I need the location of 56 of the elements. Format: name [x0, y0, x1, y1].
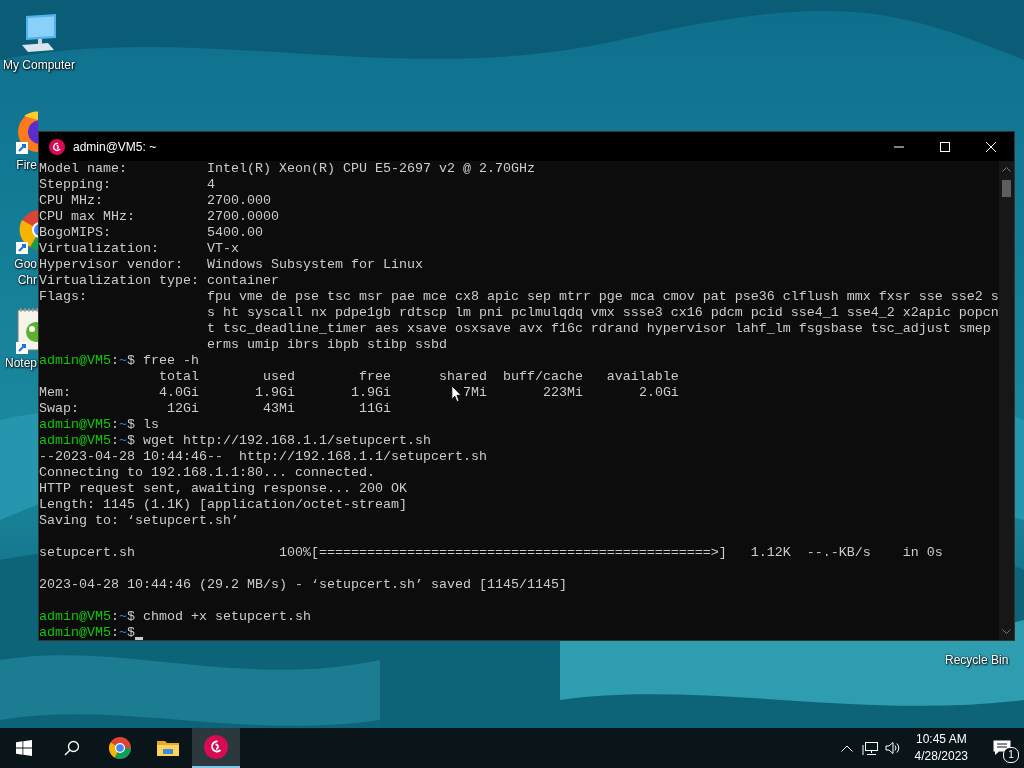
output-line: Virtualization: VT-x — [39, 241, 239, 257]
output-line: 2023-04-28 10:44:46 (29.2 MB/s) - ‘setupcert.sh’ saved [1145/1145] — [39, 577, 567, 593]
output-line: Model name: Intel(R) Xeon(R) CPU E5-2697 v2 @ 2.70GHz — [39, 161, 535, 177]
network-icon[interactable] — [862, 740, 879, 756]
icon-label[interactable]: My Computer — [3, 58, 76, 73]
window-title: admin@VM5: ~ — [73, 139, 157, 154]
prompt-line: admin@VM5:~$ wget http://192.168.1.1/setupcert.sh — [39, 433, 431, 449]
notification-button[interactable]: 1 — [980, 728, 1024, 768]
output-line: Connecting to 192.168.1.1:80... connected. — [39, 465, 375, 481]
output-line: Flags: fpu vme de pse tsc msr pae mce cx8 apic sep mtrr pge mca cmov pat pse36 clflush mmx fxsr sse sse2 s — [39, 289, 999, 305]
icon-label[interactable]: Fire — [16, 158, 37, 173]
output-line: 7Mi 223Mi 2.0Gi — [462, 385, 679, 401]
output-line: BogoMIPS: 5400.00 — [39, 225, 263, 241]
icon-label[interactable]: Notep — [4, 356, 37, 371]
icon-label[interactable]: Goo — [14, 257, 37, 272]
output-line: CPU max MHz: 2700.0000 — [39, 209, 279, 225]
taskbar-button[interactable] — [192, 728, 240, 768]
output-line: Mem: 4.0Gi 1.9Gi 1.9Gi — [39, 385, 391, 401]
mouse-pointer-icon — [451, 385, 462, 403]
scroll-down-icon[interactable] — [1001, 629, 1011, 634]
icon-label[interactable]: Chr — [17, 273, 37, 288]
output-line: --2023-04-28 10:44:46-- http://192.168.1.1/setupcert.sh — [39, 449, 487, 465]
output-line: Swap: 12Gi 43Mi 11Gi — [39, 401, 391, 417]
output-line: setupcert.sh 100%[=================================================>] 1.12K --.-KB/s in 0s — [39, 545, 943, 561]
output-line: HTTP request sent, awaiting response... 200 OK — [39, 481, 407, 497]
prompt-line: admin@VM5:~$ free -h — [39, 353, 199, 369]
output-line: Virtualization type: container — [39, 273, 279, 289]
search-icon[interactable] — [64, 740, 80, 756]
volume-icon[interactable] — [885, 741, 902, 755]
notification-count: 1 — [1003, 747, 1019, 763]
chevron-up-icon[interactable] — [841, 744, 854, 752]
notepad-icon[interactable] — [14, 306, 38, 354]
start-icon[interactable] — [16, 740, 32, 756]
swirl-icon[interactable] — [204, 735, 228, 759]
swirl-icon — [49, 138, 65, 155]
prompt-line: admin@VM5:~$ ls — [39, 417, 159, 433]
output-line: Hypervisor vendor: Windows Subsystem for Linux — [39, 257, 423, 273]
scroll-up-icon[interactable] — [1001, 167, 1011, 172]
icon-label[interactable]: Recycle Bin — [945, 653, 1009, 668]
output-line: Saving to: ‘setupcert.sh’ — [39, 513, 239, 529]
prompt-line: admin@VM5:~$ — [39, 625, 135, 641]
scrollbar[interactable] — [998, 161, 1014, 640]
prompt-line: admin@VM5:~$ chmod +x setupcert.sh — [39, 609, 311, 625]
output-line: Stepping: 4 — [39, 177, 215, 193]
close-icon[interactable] — [986, 141, 996, 152]
clock-date[interactable]: 4/28/2023 — [914, 748, 968, 765]
output-line: t tsc_deadline_timer aes xsave osxsave avx f16c rdrand hypervisor lahf_lm fsgsbase tsc_adjust smep — [205, 321, 991, 337]
output-line: Length: 1145 (1.1K) [application/octet-stream] — [39, 497, 407, 513]
output-line: erms umip ibrs ibpb stibp ssbd — [205, 337, 447, 353]
output-line: CPU MHz: 2700.000 — [39, 193, 271, 209]
clock-time[interactable]: 10:45 AM — [915, 731, 967, 748]
maximize-icon[interactable] — [940, 141, 950, 152]
output-line: total used free shared buff/cache available — [157, 369, 679, 385]
output-line: s ht syscall nx pdpe1gb rdtscp lm pni pclmulqdq vmx ssse3 cx16 pdcm pcid sse4_1 sse4_2 x2apic popcn — [205, 305, 999, 321]
chrome-icon[interactable] — [108, 736, 132, 760]
scrollbar-thumb[interactable] — [1001, 180, 1011, 197]
